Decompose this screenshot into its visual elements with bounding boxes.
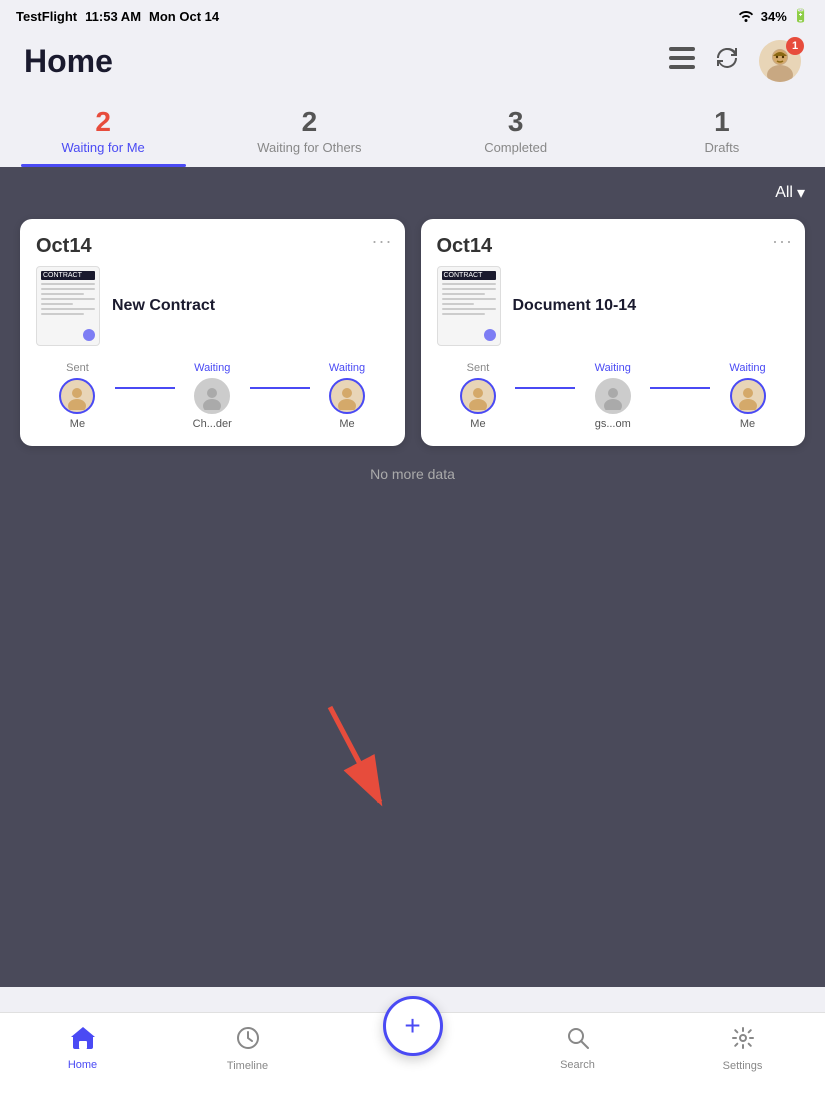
card-body-1: CONTRACT New Contract xyxy=(36,266,389,346)
signer-me-2: Sent Me xyxy=(441,362,516,430)
app-name: TestFlight xyxy=(16,9,77,24)
doc-thumbnail-1: CONTRACT xyxy=(36,266,100,346)
bottom-tab-home-label: Home xyxy=(68,1059,97,1071)
signer-status-2-1: Waiting xyxy=(595,362,631,374)
signer-name-1-0: Me xyxy=(70,418,85,430)
card-menu-2[interactable]: ··· xyxy=(772,231,793,252)
signer-avatar-1-0 xyxy=(59,378,95,414)
signer-name-2-2: Me xyxy=(740,418,755,430)
list-icon[interactable] xyxy=(669,47,695,75)
filter-label: All xyxy=(775,184,793,202)
filter-button[interactable]: All ▾ xyxy=(775,183,805,203)
status-right: 34% 🔋 xyxy=(737,8,809,25)
page-title: Home xyxy=(24,43,113,80)
status-bar: TestFlight 11:53 AM Mon Oct 14 34% 🔋 xyxy=(0,0,825,32)
bottom-tab-timeline-label: Timeline xyxy=(227,1060,268,1072)
bottom-tab-search-label: Search xyxy=(560,1059,595,1071)
arrow-svg xyxy=(300,697,420,827)
add-icon: + xyxy=(404,1012,420,1040)
card-document-10-14[interactable]: Oct14 ··· CONTRACT xyxy=(421,219,806,446)
avatar-badge: 1 xyxy=(786,37,804,55)
signer-avatar-1-2 xyxy=(329,378,365,414)
card-date-num-1: 14 xyxy=(69,235,91,257)
refresh-icon[interactable] xyxy=(715,46,739,76)
home-icon xyxy=(71,1027,95,1055)
signer-avatar-2-2 xyxy=(730,378,766,414)
status-date: Mon Oct 14 xyxy=(149,9,219,24)
tab-label-drafts: Drafts xyxy=(623,140,821,155)
header-icons: 1 xyxy=(669,40,801,82)
card-body-2: CONTRACT Document 10-14 xyxy=(437,266,790,346)
signer-me2-2: Waiting Me xyxy=(710,362,785,430)
bottom-tab-search[interactable]: Search xyxy=(495,1027,660,1071)
signer-gsom-2: Waiting gs...om xyxy=(575,362,650,430)
signing-flow-2: Sent Me Waiting gs...om Waiting xyxy=(437,362,790,430)
signer-me2-1: Waiting Me xyxy=(310,362,385,430)
tab-label-waiting-for-others: Waiting for Others xyxy=(210,140,408,155)
signer-status-2-0: Sent xyxy=(467,362,490,374)
tabs-container: 2 Waiting for Me 2 Waiting for Others 3 … xyxy=(0,82,825,167)
card-doc-name-1: New Contract xyxy=(112,297,215,315)
flow-line-1-1 xyxy=(115,387,175,389)
card-new-contract[interactable]: Oct14 ··· CONTRACT xyxy=(20,219,405,446)
battery-text: 34% xyxy=(761,9,787,24)
arrow-container xyxy=(300,697,420,832)
bottom-tab-home[interactable]: Home xyxy=(0,1027,165,1071)
no-more-data: No more data xyxy=(20,466,805,482)
card-date-prefix-2: Oct xyxy=(437,235,470,257)
flow-line-2-2 xyxy=(650,387,710,389)
signer-name-2-0: Me xyxy=(470,418,485,430)
signer-me-1: Sent Me xyxy=(40,362,115,430)
avatar-container[interactable]: 1 xyxy=(759,40,801,82)
bottom-tab-settings[interactable]: Settings xyxy=(660,1026,825,1072)
search-icon xyxy=(567,1027,589,1055)
battery-icon: 🔋 xyxy=(793,8,809,24)
bottom-tab-timeline[interactable]: Timeline xyxy=(165,1026,330,1072)
tab-count-completed: 3 xyxy=(417,106,615,138)
card-date-num-2: 14 xyxy=(470,235,492,257)
status-time: 11:53 AM xyxy=(85,9,141,24)
signer-chder-1: Waiting Ch...der xyxy=(175,362,250,430)
flow-line-1-2 xyxy=(250,387,310,389)
tab-waiting-for-others[interactable]: 2 Waiting for Others xyxy=(206,98,412,167)
signer-avatar-2-0 xyxy=(460,378,496,414)
settings-icon xyxy=(731,1026,755,1056)
signer-name-2-1: gs...om xyxy=(595,418,631,430)
signer-status-1-1: Waiting xyxy=(194,362,230,374)
card-date-2: Oct14 xyxy=(437,235,790,258)
card-date-1: Oct14 xyxy=(36,235,389,258)
flow-line-2-1 xyxy=(515,387,575,389)
content-area: All ▾ Oct14 ··· CONTRACT xyxy=(0,167,825,987)
card-doc-name-2: Document 10-14 xyxy=(513,297,637,315)
tab-count-waiting-for-others: 2 xyxy=(210,106,408,138)
chevron-down-icon: ▾ xyxy=(797,183,805,203)
signer-status-2-2: Waiting xyxy=(729,362,765,374)
tab-count-drafts: 1 xyxy=(623,106,821,138)
bottom-tab-settings-label: Settings xyxy=(723,1060,763,1072)
fab-container: + xyxy=(383,996,443,1056)
tab-drafts[interactable]: 1 Drafts xyxy=(619,98,825,167)
tab-completed[interactable]: 3 Completed xyxy=(413,98,619,167)
tab-label-waiting-for-me: Waiting for Me xyxy=(4,140,202,155)
signer-avatar-2-1 xyxy=(595,378,631,414)
signer-avatar-1-1 xyxy=(194,378,230,414)
signer-name-1-2: Me xyxy=(339,418,354,430)
signer-name-1-1: Ch...der xyxy=(193,418,232,430)
signer-status-1-2: Waiting xyxy=(329,362,365,374)
signing-flow-1: Sent Me Waiting Ch...der Waiting xyxy=(36,362,389,430)
card-date-prefix-1: Oct xyxy=(36,235,69,257)
cards-grid: Oct14 ··· CONTRACT xyxy=(20,219,805,446)
header: Home xyxy=(0,32,825,82)
signer-status-1-0: Sent xyxy=(66,362,89,374)
tab-waiting-for-me[interactable]: 2 Waiting for Me xyxy=(0,98,206,167)
add-button[interactable]: + xyxy=(383,996,443,1056)
timeline-icon xyxy=(236,1026,260,1056)
tab-label-completed: Completed xyxy=(417,140,615,155)
card-menu-1[interactable]: ··· xyxy=(372,231,393,252)
wifi-icon xyxy=(737,8,755,25)
doc-thumbnail-2: CONTRACT xyxy=(437,266,501,346)
status-left: TestFlight 11:53 AM Mon Oct 14 xyxy=(16,9,219,24)
tab-count-waiting-for-me: 2 xyxy=(4,106,202,138)
filter-row: All ▾ xyxy=(20,183,805,203)
